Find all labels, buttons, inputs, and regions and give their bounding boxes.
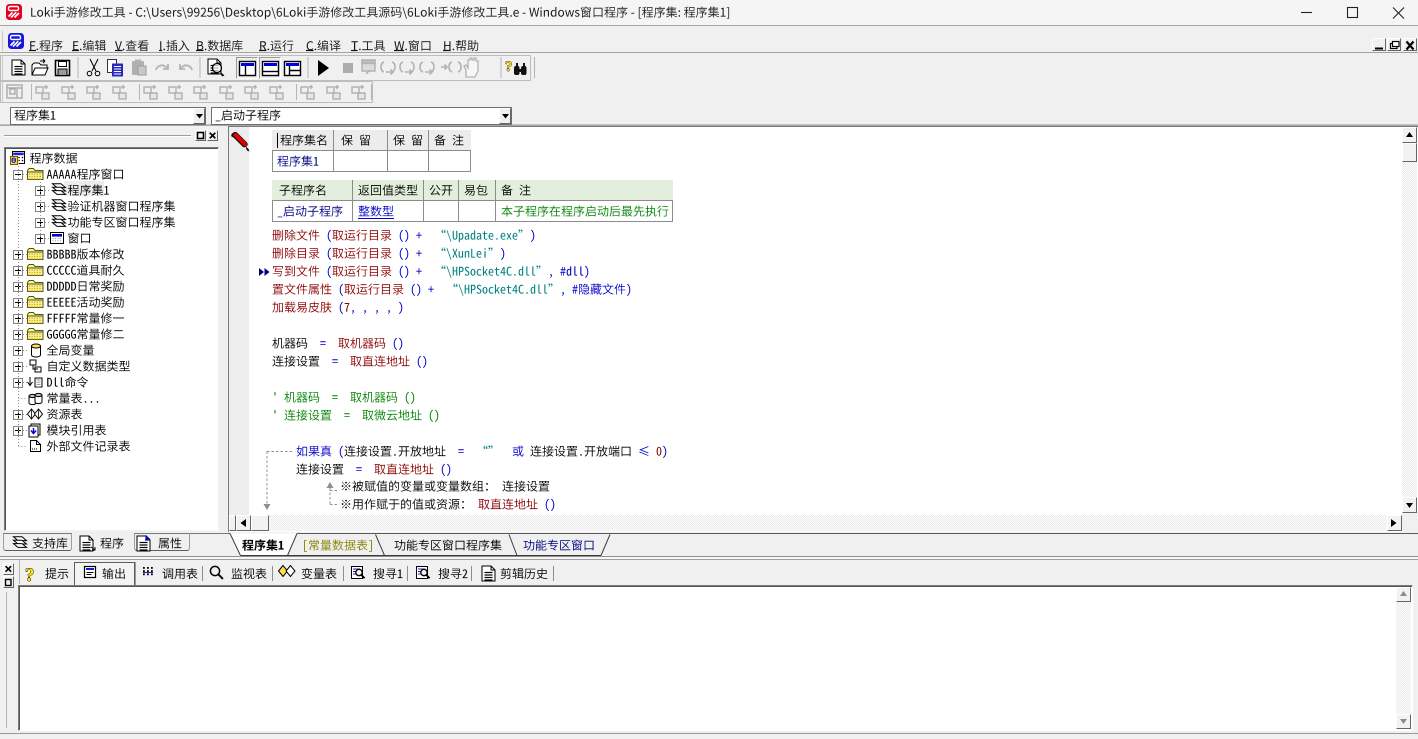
svg-text:?: ?	[25, 565, 35, 586]
svg-text:?: ?	[505, 59, 513, 75]
